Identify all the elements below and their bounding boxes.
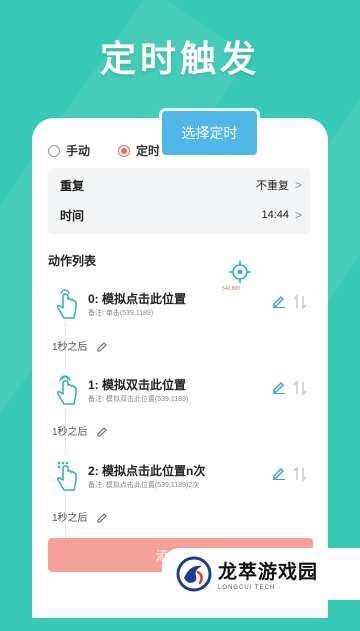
edit-icon[interactable] xyxy=(272,466,286,480)
brand-logo-icon xyxy=(176,556,212,592)
reorder-icon[interactable] xyxy=(292,380,308,396)
time-row[interactable]: 时间 14:44 > xyxy=(60,201,302,229)
schedule-settings: 重复 不重复 > 时间 14:44 > xyxy=(48,168,310,234)
action-title: 2: 模拟点击此位置n次 xyxy=(88,464,206,478)
action-item[interactable]: 1: 模拟双击此位置 备注: 模拟双击此位置(539,1189) xyxy=(48,372,310,422)
mode-option-timed[interactable]: 定时 xyxy=(118,142,160,159)
delay-row[interactable]: 1秒之后 xyxy=(52,423,108,438)
time-label: 时间 xyxy=(60,208,85,223)
brand-name: 龙萃游戏园 xyxy=(218,562,319,583)
multi-tap-gesture-icon xyxy=(56,461,77,491)
chevron-right-icon: > xyxy=(294,178,302,192)
repeat-value: 不重复 xyxy=(255,180,289,192)
delay-row[interactable]: 1秒之后 xyxy=(52,338,108,353)
radio-timed[interactable] xyxy=(118,144,131,157)
action-item[interactable]: 2: 模拟点击此位置n次 备注: 模拟点击此位置(539,1189)2次 xyxy=(48,458,310,508)
double-tap-gesture-icon xyxy=(56,375,77,405)
edit-icon[interactable] xyxy=(272,380,286,394)
actions-section-title: 动作列表 xyxy=(48,254,97,268)
crosshair-target-icon[interactable] xyxy=(229,261,251,283)
delay-label: 1秒之后 xyxy=(52,427,88,438)
delay-row[interactable]: 1秒之后 xyxy=(52,509,108,524)
edit-icon[interactable] xyxy=(272,294,286,308)
select-timer-tooltip[interactable]: 选择定时 xyxy=(162,111,257,155)
edit-delay-icon[interactable] xyxy=(96,425,108,437)
reorder-icon[interactable] xyxy=(292,466,308,482)
action-title: 0: 模拟点击此位置 xyxy=(88,292,187,306)
chevron-right-icon: > xyxy=(294,208,302,222)
reorder-icon[interactable] xyxy=(292,294,308,310)
action-title: 1: 模拟双击此位置 xyxy=(88,378,187,392)
repeat-row[interactable]: 重复 不重复 > xyxy=(60,171,302,199)
hero-title: 定时触发 xyxy=(99,38,260,79)
radio-manual[interactable] xyxy=(48,144,60,157)
edit-delay-icon[interactable] xyxy=(96,340,108,352)
brand-subtitle: LONGCUI TECH xyxy=(218,585,276,591)
repeat-label: 重复 xyxy=(60,178,85,193)
delay-label: 1秒之后 xyxy=(52,342,88,353)
delay-label: 1秒之后 xyxy=(52,513,88,524)
time-value: 14:44 xyxy=(261,209,289,221)
action-note: 备注: 模拟点击此位置(539,1189)2次 xyxy=(88,482,200,489)
mode-label-manual: 手动 xyxy=(66,144,91,158)
tap-gesture-icon xyxy=(56,289,77,319)
brand-watermark: 龙萃游戏园 LONGCUI TECH xyxy=(162,548,360,600)
action-note: 备注: 单击(539,1189) xyxy=(88,310,154,317)
action-item[interactable]: 0: 模拟点击此位置 备注: 单击(539,1189) xyxy=(48,286,310,336)
action-note: 备注: 模拟双击此位置(539,1189) xyxy=(88,396,189,403)
mode-label-timed: 定时 xyxy=(136,144,161,158)
edit-delay-icon[interactable] xyxy=(96,511,108,523)
mode-option-manual[interactable]: 手动 xyxy=(48,142,90,159)
